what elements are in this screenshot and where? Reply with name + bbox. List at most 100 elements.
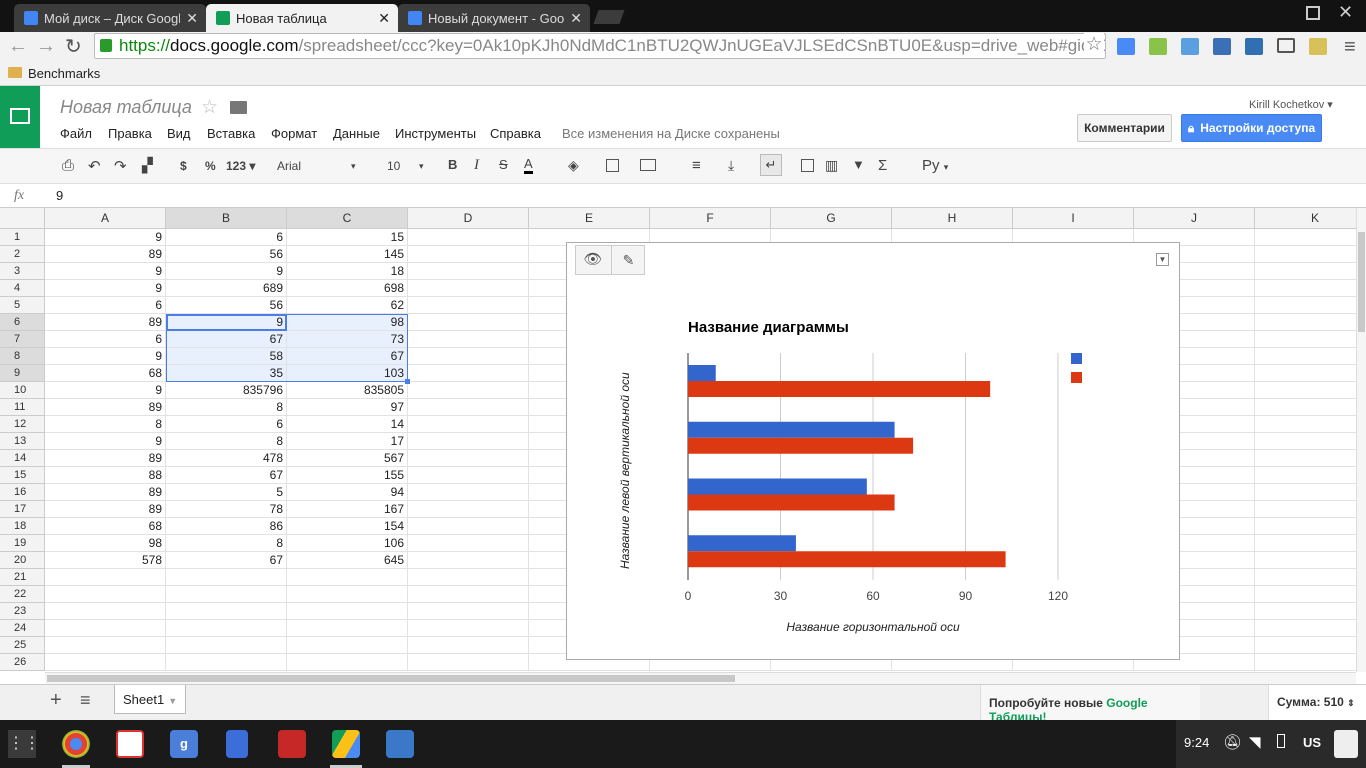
forward-icon[interactable]: →	[36, 35, 56, 58]
grid-cell[interactable]	[408, 331, 529, 348]
row-header[interactable]: 2	[0, 246, 45, 263]
grid-cell[interactable]	[408, 416, 529, 433]
grid-cell[interactable]: 15	[287, 229, 408, 246]
grid-cell[interactable]: 578	[45, 552, 166, 569]
grid-cell[interactable]	[287, 569, 408, 586]
grid-cell[interactable]: 6	[166, 416, 287, 433]
grid-cell[interactable]	[1255, 484, 1356, 501]
input-tools-button[interactable]: Ру ▾	[922, 157, 948, 174]
close-tab-icon[interactable]: ✕	[378, 10, 390, 27]
menu-help[interactable]: Справка	[490, 126, 541, 141]
percent-format-button[interactable]: %	[205, 159, 216, 173]
filter-icon[interactable]: ▼	[852, 157, 865, 172]
row-header[interactable]: 6	[0, 314, 45, 331]
formula-input[interactable]: 9	[56, 188, 63, 203]
chrome-icon[interactable]	[62, 730, 90, 758]
row-header[interactable]: 1	[0, 229, 45, 246]
files-icon[interactable]	[386, 730, 414, 758]
grid-cell[interactable]	[1255, 263, 1356, 280]
grid-cell[interactable]	[408, 603, 529, 620]
grid-cell[interactable]	[408, 348, 529, 365]
column-header-e[interactable]: E	[529, 208, 650, 229]
row-header[interactable]: 12	[0, 416, 45, 433]
close-tab-icon[interactable]: ✕	[186, 10, 198, 27]
insert-comment-icon[interactable]	[801, 159, 814, 172]
vertical-scrollbar-thumb[interactable]	[1358, 232, 1365, 332]
grid-cell[interactable]: 6	[45, 331, 166, 348]
folder-icon[interactable]	[230, 101, 247, 114]
grid-cell[interactable]	[1255, 637, 1356, 654]
select-all-corner[interactable]	[0, 208, 45, 229]
grid-cell[interactable]: 689	[166, 280, 287, 297]
grid-cell[interactable]	[166, 637, 287, 654]
row-header[interactable]: 15	[0, 467, 45, 484]
grid-cell[interactable]: 154	[287, 518, 408, 535]
grid-cell[interactable]: 88	[45, 467, 166, 484]
menu-insert[interactable]: Вставка	[207, 126, 255, 141]
comments-button[interactable]: Комментарии	[1077, 114, 1172, 142]
grid-cell[interactable]	[408, 433, 529, 450]
column-header-c[interactable]: C	[287, 208, 408, 229]
grid-cell[interactable]	[166, 654, 287, 671]
grid-cell[interactable]: 98	[287, 314, 408, 331]
grid-cell[interactable]	[408, 229, 529, 246]
grid-cell[interactable]	[408, 399, 529, 416]
grid-cell[interactable]: 8	[166, 433, 287, 450]
extension-icon[interactable]	[1309, 38, 1327, 55]
extension-icon[interactable]	[1181, 38, 1199, 55]
grid-cell[interactable]	[1255, 501, 1356, 518]
row-header[interactable]: 5	[0, 297, 45, 314]
back-icon[interactable]: ←	[8, 35, 28, 58]
grid-cell[interactable]: 89	[45, 246, 166, 263]
google-drive-icon[interactable]	[332, 730, 360, 758]
grid-cell[interactable]	[1255, 654, 1356, 671]
grid-cell[interactable]: 78	[166, 501, 287, 518]
grid-cell[interactable]	[287, 586, 408, 603]
vertical-align-icon[interactable]: ⤓	[728, 157, 734, 174]
grid-cell[interactable]: 94	[287, 484, 408, 501]
bookmark-benchmarks[interactable]: Benchmarks	[28, 66, 100, 81]
column-header-i[interactable]: I	[1013, 208, 1134, 229]
grid-cell[interactable]: 67	[166, 552, 287, 569]
grid-cell[interactable]	[1255, 586, 1356, 603]
vertical-scrollbar[interactable]	[1356, 208, 1366, 672]
grid-cell[interactable]	[1255, 331, 1356, 348]
grid-cell[interactable]: 17	[287, 433, 408, 450]
fill-color-icon[interactable]: ◈	[568, 157, 579, 174]
font-family-select[interactable]: Arial ▾	[277, 159, 361, 173]
grid-cell[interactable]	[45, 654, 166, 671]
grid-cell[interactable]	[1255, 569, 1356, 586]
insert-chart-icon[interactable]: ▥	[825, 157, 838, 174]
user-name[interactable]: Kirill Kochetkov ▾	[1249, 98, 1333, 111]
row-header[interactable]: 26	[0, 654, 45, 671]
grid-cell[interactable]: 9	[166, 263, 287, 280]
grid-cell[interactable]: 106	[287, 535, 408, 552]
grid-cell[interactable]	[1255, 365, 1356, 382]
row-header[interactable]: 13	[0, 433, 45, 450]
menu-data[interactable]: Данные	[333, 126, 380, 141]
grid-cell[interactable]	[408, 501, 529, 518]
grid-cell[interactable]	[287, 654, 408, 671]
grid-cell[interactable]: 8	[166, 535, 287, 552]
grid-cell[interactable]	[166, 586, 287, 603]
text-color-button[interactable]: A	[524, 157, 533, 174]
grid-cell[interactable]: 103	[287, 365, 408, 382]
grid-cell[interactable]	[166, 603, 287, 620]
row-header[interactable]: 24	[0, 620, 45, 637]
grid-cell[interactable]: 155	[287, 467, 408, 484]
grid-cell[interactable]: 68	[45, 518, 166, 535]
grid-cell[interactable]	[408, 246, 529, 263]
grid-cell[interactable]	[287, 603, 408, 620]
grid-cell[interactable]	[408, 382, 529, 399]
grid-cell[interactable]: 9	[45, 382, 166, 399]
grid-cell[interactable]	[287, 637, 408, 654]
row-header[interactable]: 4	[0, 280, 45, 297]
youtube-icon[interactable]	[278, 730, 306, 758]
grid-cell[interactable]	[408, 654, 529, 671]
grid-cell[interactable]: 567	[287, 450, 408, 467]
paint-format-icon[interactable]: ▞	[142, 157, 153, 174]
grid-cell[interactable]	[408, 365, 529, 382]
font-size-select[interactable]: 10 ▾	[387, 159, 427, 173]
grid-cell[interactable]: 9	[45, 263, 166, 280]
row-header[interactable]: 3	[0, 263, 45, 280]
